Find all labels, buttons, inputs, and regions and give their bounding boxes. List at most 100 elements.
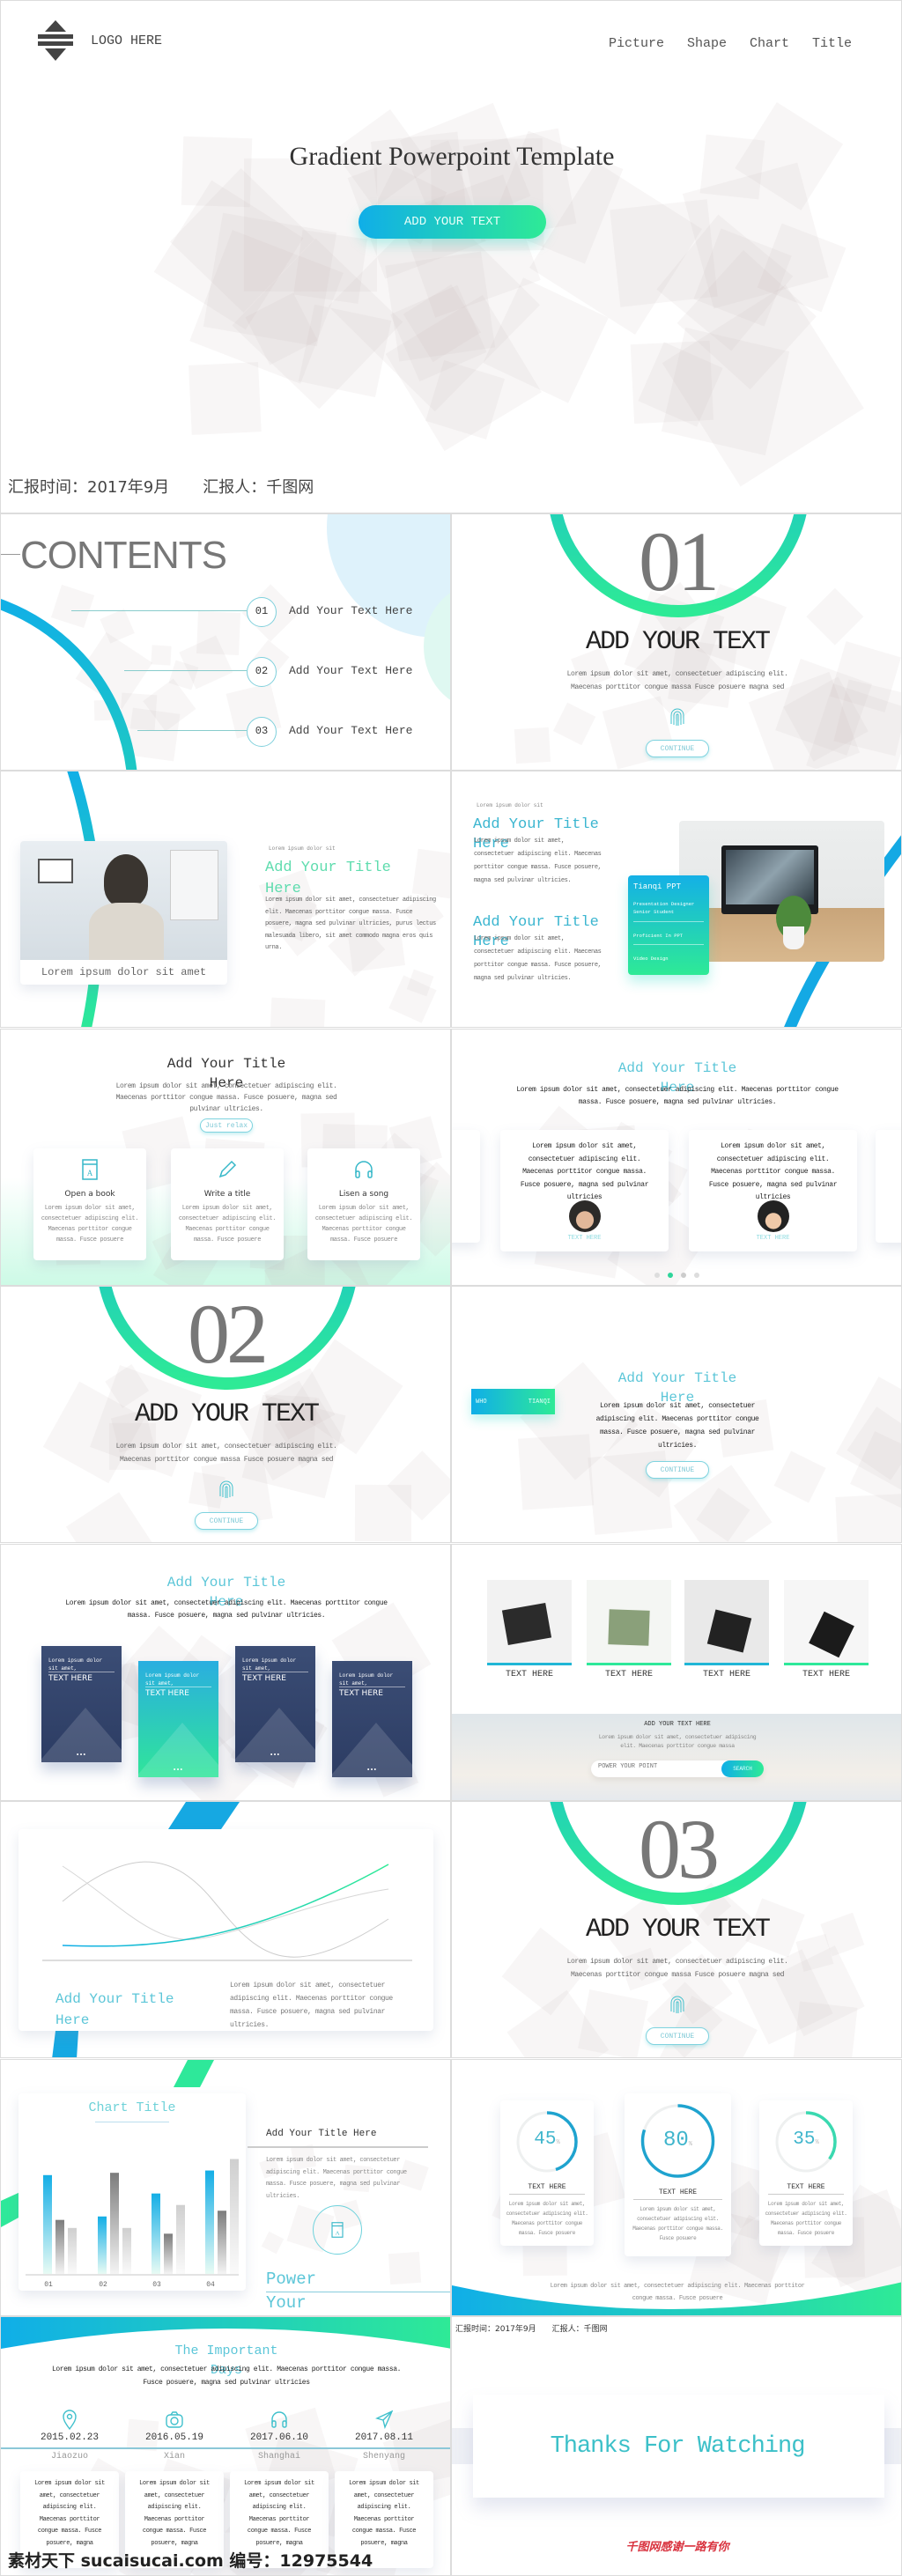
profile-name: Tianqi PPT <box>633 882 682 891</box>
photo-slide: Lorem ipsum dolor sit amet Lorem ipsum d… <box>0 771 451 1028</box>
continue-button[interactable]: CONTINUE <box>646 740 709 757</box>
band-text: Lorem ipsum dolor sit amet, consectetuer… <box>598 1734 757 1749</box>
section-text: Maecenas porttitor congue massa Fusce po… <box>570 683 785 691</box>
search-input[interactable] <box>598 1763 704 1770</box>
contents-item[interactable]: 03 Add Your Text Here <box>71 717 441 747</box>
continue-button[interactable]: CONTINUE <box>195 1512 258 1530</box>
svg-text:A: A <box>87 1169 93 1177</box>
card-label: TEXT HERE <box>145 1689 189 1698</box>
progress-text: Lorem ipsum dolor sit amet, consectetuer… <box>765 2201 847 2236</box>
search-button[interactable]: SEARCH <box>721 1760 764 1777</box>
bar-series3-04 <box>230 2159 239 2274</box>
slogan: 千图网感谢一路有你 <box>625 2541 729 2554</box>
who-tab[interactable]: WHO TIANQI <box>471 1389 555 1414</box>
event-date: 2016.05.19 <box>144 2432 203 2443</box>
connector-line <box>137 730 247 731</box>
card-text: Lorem ipsum dolor sit amet, consectetuer <box>242 1657 308 1672</box>
contents-item[interactable]: 02 Add Your Text Here <box>71 657 441 687</box>
reporter: 汇报人：千图网 <box>203 478 314 497</box>
eyebrow-label: Lorem ipsum dolor sit <box>269 845 336 852</box>
pattern-square <box>610 199 718 308</box>
gallery-photo <box>587 1580 671 1665</box>
tab-who[interactable]: WHO <box>476 1399 487 1406</box>
carousel-card-partial[interactable] <box>452 1130 480 1243</box>
card-text: Lorem ipsum dolor sit amet, consectetuer <box>339 1672 405 1687</box>
carousel-dot[interactable] <box>694 1273 699 1278</box>
slide-text: Lorem ipsum dolor sit amet, consectetuer… <box>230 1982 393 2029</box>
add-text-button[interactable]: ADD YOUR TEXT <box>359 205 546 239</box>
progress-card: 35% TEXT HERE Lorem ipsum dolor sit amet, … <box>759 2100 853 2246</box>
progress-card: 80% TEXT HERE Lorem ipsum dolor sit amet, … <box>625 2093 731 2256</box>
testimonial-card[interactable]: Lorem ipsum dolor sit amet, consectetuer… <box>500 1130 669 1251</box>
card-label: TEXT HERE <box>242 1674 286 1683</box>
gallery-item[interactable]: TEXT HERE <box>487 1580 572 1689</box>
gallery-item[interactable]: TEXT HERE <box>587 1580 671 1689</box>
fingerprint-icon <box>670 708 684 726</box>
mountain-card[interactable]: Lorem ipsum dolor sit amet, consectetuer… <box>138 1661 218 1777</box>
pattern-square <box>298 304 392 398</box>
pattern-square <box>630 340 713 424</box>
bar-series1-01 <box>43 2174 52 2274</box>
progress-label: TEXT HERE <box>633 2188 722 2200</box>
nav-shape[interactable]: Shape <box>687 36 727 51</box>
slide-title: Add Your Title Here <box>265 860 391 897</box>
gallery-label: TEXT HERE <box>702 1670 750 1679</box>
contents-item[interactable]: 01 Add Your Text Here <box>71 597 441 627</box>
progress-label: TEXT HERE <box>768 2183 844 2195</box>
logo[interactable]: LOGO HERE <box>38 20 162 61</box>
x-tick-label: 03 <box>152 2281 161 2289</box>
timeline-slide: The Important Days Lorem ipsum dolor sit… <box>0 2316 451 2576</box>
feature-card[interactable]: Write a title Lorem ipsum dolor sit amet… <box>171 1148 284 1260</box>
carousel-dot[interactable] <box>654 1273 660 1278</box>
gallery-item[interactable]: TEXT HERE <box>784 1580 869 1689</box>
chart-card: Chart Title 01 02 03 04 <box>18 2093 246 2291</box>
wave-slide: Add Your Title Here Lorem ipsum dolor si… <box>0 1801 451 2058</box>
headphones-icon <box>355 1161 373 1178</box>
gallery-item[interactable]: TEXT HERE <box>684 1580 769 1689</box>
carousel-dot[interactable] <box>668 1273 673 1278</box>
search-box: SEARCH <box>591 1760 764 1777</box>
more-icon[interactable]: ••• <box>138 1766 218 1774</box>
continue-button[interactable]: CONTINUE <box>646 1461 709 1479</box>
gallery-label: TEXT HERE <box>802 1670 850 1679</box>
mountain-card[interactable]: Lorem ipsum dolor sit amet, consectetuer… <box>332 1661 412 1777</box>
carousel-card-partial[interactable] <box>876 1130 901 1243</box>
more-icon[interactable]: ••• <box>235 1751 315 1759</box>
gallery-label: TEXT HERE <box>505 1670 553 1679</box>
bar-series3-02 <box>122 2227 131 2274</box>
nav-chart[interactable]: Chart <box>750 36 789 51</box>
card-text: Lorem ipsum dolor sit amet, consectetuer <box>48 1657 115 1672</box>
more-icon[interactable]: ••• <box>41 1751 122 1759</box>
feature-card[interactable]: Lisen a song Lorem ipsum dolor sit amet,… <box>307 1148 420 1260</box>
pattern-square <box>696 1487 750 1542</box>
x-tick-label: 04 <box>206 2281 215 2289</box>
nav-title[interactable]: Title <box>812 36 852 51</box>
mountain-card[interactable]: Lorem ipsum dolor sit amet, consectetuer… <box>41 1646 122 1762</box>
testimonial-text: Lorem ipsum dolor sit amet, consectetuer… <box>708 1142 838 1201</box>
book-icon: A <box>313 2205 362 2255</box>
slide-body: Lorem ipsum dolor sit amet, consectetuer… <box>474 838 602 884</box>
tab-tianqi[interactable]: TIANQI <box>529 1399 551 1406</box>
more-icon[interactable]: ••• <box>332 1766 412 1774</box>
who-slide: WHO TIANQI Add Your Title Here Lorem ips… <box>451 1286 902 1543</box>
section-title: ADD YOUR TEXT <box>585 1915 771 1945</box>
profile-item: Video Design <box>633 956 669 962</box>
carousel-dot[interactable] <box>681 1273 686 1278</box>
x-tick-label: 02 <box>99 2281 107 2289</box>
pattern-square <box>403 284 481 363</box>
pattern-square <box>518 1434 594 1510</box>
progress-label: TEXT HERE <box>509 2183 585 2195</box>
progress-slide: 45% TEXT HERE Lorem ipsum dolor sit amet, … <box>451 2059 902 2316</box>
event-text: Lorem ipsum dolor sit amet, consectetuer… <box>139 2480 210 2547</box>
pattern-square <box>153 180 304 330</box>
testimonial-card[interactable]: Lorem ipsum dolor sit amet, consectetuer… <box>689 1130 857 1251</box>
nav-picture[interactable]: Picture <box>609 36 664 51</box>
gallery-photo <box>684 1580 769 1665</box>
mountain-card[interactable]: Lorem ipsum dolor sit amet, consectetuer… <box>235 1646 315 1762</box>
just-relax-button[interactable]: Just relax <box>200 1118 253 1133</box>
continue-button[interactable]: CONTINUE <box>646 2027 709 2045</box>
feature-card[interactable]: A Open a book Lorem ipsum dolor sit amet… <box>33 1148 146 1260</box>
progress-text: Lorem ipsum dolor sit amet, consectetuer… <box>632 2206 723 2241</box>
section-slide-02: 02 ADD YOUR TEXT Lorem ipsum dolor sit a… <box>0 1286 451 1543</box>
x-tick-label: 01 <box>44 2281 53 2289</box>
